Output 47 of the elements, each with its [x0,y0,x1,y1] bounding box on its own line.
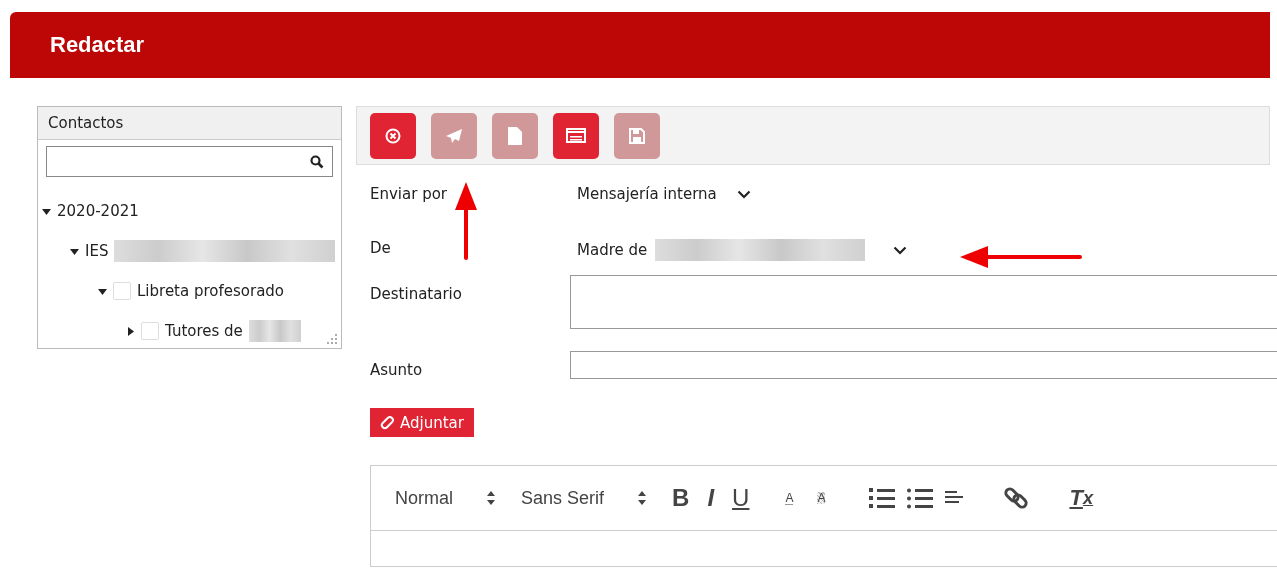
chevron-down-icon [736,189,751,199]
bold-button[interactable]: B [672,484,690,512]
cancel-button[interactable] [370,112,416,159]
expanded-triangle-icon[interactable] [42,206,51,216]
cancel-icon [385,127,401,144]
bullet-list-icon[interactable] [907,487,934,509]
card-icon [566,128,586,143]
paper-plane-icon [445,127,463,144]
background-color-button[interactable]: A [817,492,826,504]
expanded-triangle-icon[interactable] [98,286,107,296]
dropdown[interactable]: Madre de [577,239,908,261]
field-label: Asunto [370,361,424,379]
up-down-caret-icon [638,491,647,505]
tree-item[interactable]: Libreta profesorado [137,282,285,300]
expanded-triangle-icon[interactable] [70,246,79,256]
checkbox[interactable] [113,282,131,300]
dropdown[interactable]: Mensajería interna [577,185,751,203]
collapsed-triangle-icon[interactable] [126,326,135,336]
dropdown[interactable]: Sans Serif [521,487,647,509]
chevron-down-icon [893,245,908,255]
input-field[interactable] [570,351,1277,379]
document-icon [508,126,522,145]
card-button[interactable] [553,112,599,159]
tree-item[interactable]: IES [85,242,109,260]
link-icon[interactable] [1003,485,1030,511]
numbered-list-icon[interactable] [869,487,896,509]
tree-item[interactable]: 2020-2021 [57,202,139,220]
paperclip-icon [380,415,394,430]
align-left-icon[interactable] [945,490,964,506]
dropdown[interactable]: Normal [395,487,495,509]
search-field[interactable] [46,146,333,177]
field-label: De [370,239,392,259]
up-down-caret-icon [487,491,495,505]
checkbox[interactable] [141,322,159,340]
input-field[interactable] [570,275,1277,329]
pixelated-block [248,320,301,342]
underline-button[interactable]: U [732,484,750,512]
attach-button[interactable]: Adjuntar [370,408,474,437]
text-color-button[interactable]: A [785,491,794,505]
panel-title: Contactos [48,114,124,132]
italic-button[interactable]: I [707,484,715,512]
field-label: Enviar por [370,185,449,203]
search-icon [310,154,324,169]
field-label: Destinatario [370,285,463,305]
page-title: Redactar [50,32,145,58]
tree-item[interactable]: Tutores de [165,322,243,340]
resize-grip-icon[interactable] [327,334,337,344]
